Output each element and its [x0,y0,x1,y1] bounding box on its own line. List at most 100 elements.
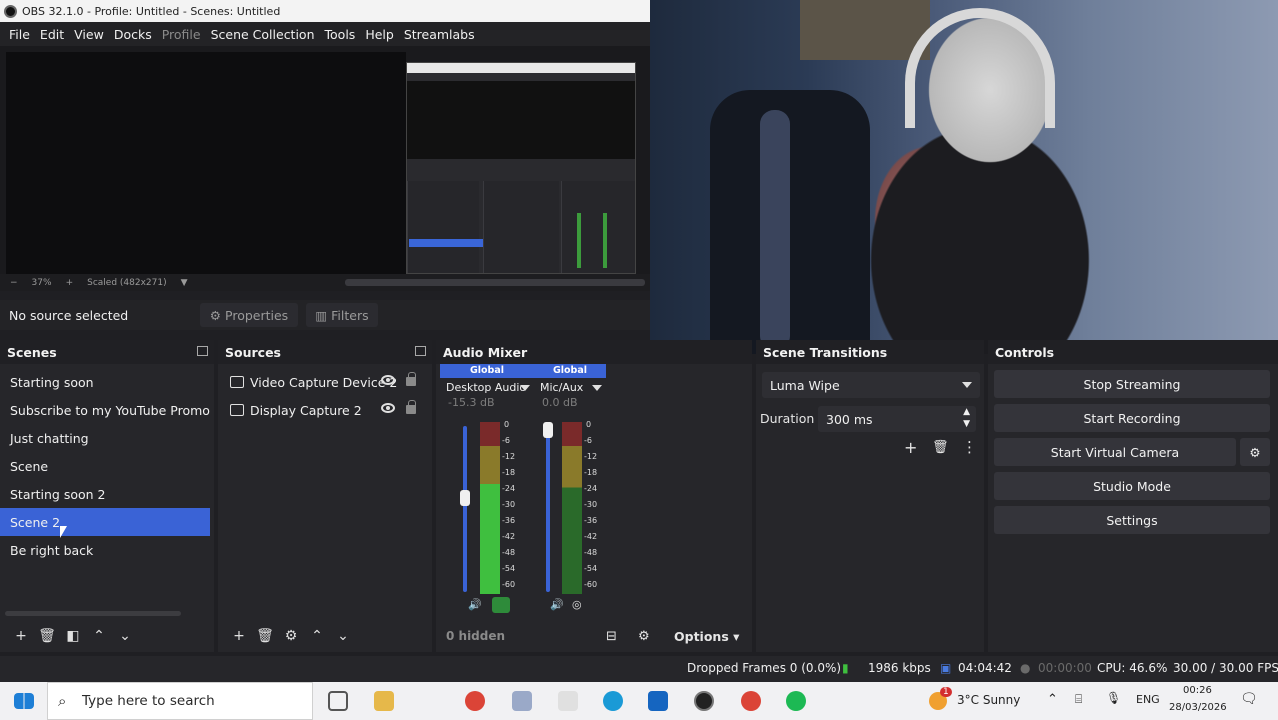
speaker-icon[interactable]: 🔊 [468,598,482,611]
add-source-icon[interactable]: + [226,628,252,644]
menu-profile[interactable]: Profile [162,27,201,42]
add-scene-icon[interactable]: + [8,628,34,644]
outlook-icon[interactable] [648,691,668,711]
menu-file[interactable]: File [9,27,30,42]
menu-docks[interactable]: Docks [114,27,152,42]
menu-tools[interactable]: Tools [325,27,356,42]
preview-horizontal-scrollbar[interactable] [345,279,645,286]
clock-time[interactable]: 00:26 [1183,685,1212,696]
add-transition-icon[interactable]: + [904,438,917,457]
monitor-off-icon[interactable]: ◎ [572,598,582,611]
no-source-label: No source selected [9,307,129,323]
visibility-eye-icon[interactable] [381,403,395,413]
stop-streaming-button[interactable]: Stop Streaming [994,370,1270,398]
meter-tick: -54 [584,564,598,573]
chevron-down-icon [962,382,972,388]
scenes-dock: Scenes Starting soon Subscribe to my You… [0,340,214,652]
spotify-icon[interactable] [786,691,806,711]
channel-name-button[interactable]: Desktop Audio [440,378,534,396]
network-icon[interactable]: ⌸ [1075,692,1082,707]
scene-item[interactable]: Starting soon [0,368,214,396]
speaker-icon[interactable]: 🔊 [550,598,564,611]
move-down-icon[interactable]: ⌄ [330,628,356,644]
microphone-icon[interactable]: 🎙 [1106,691,1121,705]
mixer-layout-icon[interactable]: ⊟ [606,629,617,644]
filters-button[interactable]: ▥ Filters [306,303,378,327]
start-recording-button[interactable]: Start Recording [994,404,1270,432]
duration-input[interactable]: 300 ms ▲ ▼ [818,406,976,432]
tray-chevron-up-icon[interactable]: ⌃ [1047,692,1058,707]
visibility-eye-icon[interactable] [381,375,395,385]
language-indicator[interactable]: ENG [1136,693,1160,706]
spinner-arrows-icon[interactable]: ▲ ▼ [963,406,970,430]
volume-slider[interactable] [463,426,467,592]
edge-icon[interactable] [603,691,623,711]
move-down-icon[interactable]: ⌄ [112,628,138,644]
mixer-options-button[interactable]: Options ▾ [674,629,739,644]
menu-scene-collection[interactable]: Scene Collection [211,27,315,42]
clock-date[interactable]: 28/03/2026 [1169,702,1227,713]
window-title-bar: OBS 32.1.0 - Profile: Untitled - Scenes:… [0,0,650,22]
zoom-out-icon[interactable]: − [10,278,18,288]
menu-bar: File Edit View Docks Profile Scene Colle… [0,22,650,46]
studio-mode-button[interactable]: Studio Mode [994,472,1270,500]
menu-help[interactable]: Help [365,27,394,42]
mixer-advanced-icon[interactable]: ⚙ [638,629,650,644]
transition-type-select[interactable]: Luma Wipe [762,372,980,398]
document-icon[interactable] [558,691,578,711]
task-view-icon[interactable] [328,691,348,711]
bitrate: 1986 kbps [868,661,931,675]
settings-button[interactable]: Settings [994,506,1270,534]
windows-taskbar: ⌕ Type here to search 1 3°C Sunny ⌃ ⌸ 🎙 … [0,682,1278,720]
move-up-icon[interactable]: ⌃ [304,628,330,644]
remove-scene-icon[interactable]: 🗑 [34,628,60,644]
headphones-monitor-icon[interactable] [492,597,510,613]
dock-float-icon[interactable] [197,346,208,356]
obs-taskbar-icon[interactable] [694,691,714,711]
duration-label: Duration [760,411,815,426]
scale-dropdown-icon[interactable]: ▼ [181,278,188,288]
scene-item[interactable]: Scene [0,452,214,480]
source-properties-icon[interactable]: ⚙ [278,628,304,644]
menu-streamlabs[interactable]: Streamlabs [404,27,475,42]
taskbar-search-box[interactable]: ⌕ Type here to search [47,682,313,720]
notification-center-icon[interactable]: 🗨 [1240,691,1258,707]
remove-transition-icon[interactable]: 🗑 [932,440,949,455]
source-toolbar: No source selected ⚙ Properties ▥ Filter… [0,300,650,330]
volume-slider[interactable] [546,426,550,592]
volume-slider-handle[interactable] [460,490,470,506]
meter-tick: -42 [584,532,598,541]
weather-text[interactable]: 3°C Sunny [957,693,1020,707]
file-explorer-icon[interactable] [374,691,394,711]
scene-filters-icon[interactable]: ◧ [60,628,86,644]
lock-icon[interactable] [406,400,416,414]
scene-item-selected[interactable]: Scene 2 [0,508,210,536]
windows-start-icon[interactable] [14,693,34,709]
remove-source-icon[interactable]: 🗑 [252,628,278,644]
menu-view[interactable]: View [74,27,104,42]
chrome-icon-2[interactable] [741,691,761,711]
dock-float-icon[interactable] [415,346,426,356]
scene-item[interactable]: Starting soon 2 [0,480,214,508]
scene-item[interactable]: Subscribe to my YouTube Promo Scr [0,396,214,424]
scenes-horizontal-scrollbar[interactable] [5,611,181,616]
preview-area[interactable] [0,46,650,291]
source-item[interactable]: Display Capture 2 [218,396,432,424]
lock-icon[interactable] [406,372,416,386]
scene-item[interactable]: Just chatting [0,424,214,452]
meter-tick: -18 [584,468,598,477]
app-icon[interactable] [512,691,532,711]
move-up-icon[interactable]: ⌃ [86,628,112,644]
menu-edit[interactable]: Edit [40,27,64,42]
volume-slider-handle[interactable] [543,422,553,438]
start-virtual-camera-button[interactable]: Start Virtual Camera [994,438,1236,466]
virtual-camera-settings-icon[interactable]: ⚙ [1240,438,1270,466]
scene-item[interactable]: Be right back [0,536,214,564]
properties-button[interactable]: ⚙ Properties [200,303,298,327]
chrome-icon[interactable] [465,691,485,711]
zoom-in-icon[interactable]: + [66,278,74,288]
transition-menu-icon[interactable]: ⋮ [962,438,977,456]
search-icon: ⌕ [58,692,67,710]
channel-name-button[interactable]: Mic/Aux [534,378,606,396]
source-item[interactable]: Video Capture Device 2 [218,368,432,396]
